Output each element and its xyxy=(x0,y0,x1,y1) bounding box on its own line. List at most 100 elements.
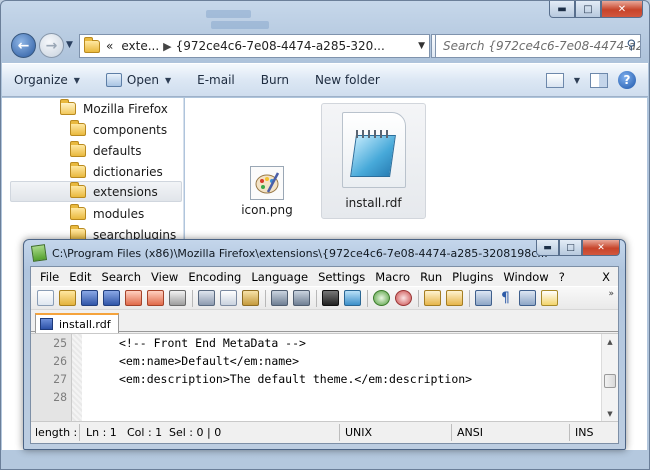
tree-item-mozilla-firefox[interactable]: Mozilla Firefox xyxy=(60,98,168,119)
menu-encoding[interactable]: Encoding xyxy=(183,270,246,284)
back-button[interactable]: ← xyxy=(11,33,36,58)
cut-icon[interactable] xyxy=(198,290,215,306)
tree-item-label: modules xyxy=(93,206,145,221)
toolbar-overflow-icon[interactable]: » xyxy=(608,289,614,299)
search-input[interactable]: Search {972ce4c6-7e08-4474-a2... ⚲ xyxy=(435,34,641,58)
vertical-scrollbar[interactable]: ▲ ▼ xyxy=(601,334,618,421)
preview-pane-icon[interactable] xyxy=(590,72,608,88)
menu-window[interactable]: Window xyxy=(498,270,553,284)
menu-plugins[interactable]: Plugins xyxy=(447,270,498,284)
maximize-button[interactable]: □ xyxy=(575,1,601,18)
save-icon[interactable] xyxy=(81,290,98,306)
chevron-down-icon[interactable]: ▼ xyxy=(574,76,580,85)
text-editor[interactable]: 25 <!-- Front End MetaData --> 26 <em:name… xyxy=(31,333,618,421)
forward-arrow-icon: → xyxy=(45,37,58,54)
burn-label: Burn xyxy=(260,73,289,87)
code-line: 25 <!-- Front End MetaData --> xyxy=(31,334,601,352)
show-all-characters-icon[interactable]: ¶ xyxy=(497,290,514,306)
address-overflow[interactable]: « xyxy=(106,39,113,53)
menu-help[interactable]: ? xyxy=(554,270,570,284)
back-arrow-icon: ← xyxy=(17,37,30,54)
change-view-icon[interactable] xyxy=(545,72,564,88)
search-placeholder: Search {972ce4c6-7e08-4474-a2... xyxy=(443,39,641,53)
forward-button[interactable]: → xyxy=(39,33,64,58)
help-icon[interactable]: ? xyxy=(618,71,636,89)
menu-language[interactable]: Language xyxy=(246,270,313,284)
sync-horizontal-icon[interactable] xyxy=(446,290,463,306)
scroll-down-icon[interactable]: ▼ xyxy=(602,406,618,421)
status-length: length : xyxy=(35,426,78,439)
new-folder-button[interactable]: New folder xyxy=(315,73,380,87)
save-all-icon[interactable] xyxy=(103,290,120,306)
status-divider xyxy=(339,424,340,441)
redo-icon[interactable] xyxy=(293,290,310,306)
close-document-button[interactable]: X xyxy=(597,270,618,284)
scroll-up-icon[interactable]: ▲ xyxy=(602,334,618,350)
address-dropdown-icon[interactable]: ▼ xyxy=(418,41,425,51)
close-file-icon[interactable] xyxy=(125,290,142,306)
sync-vertical-icon[interactable] xyxy=(424,290,441,306)
menu-file[interactable]: File xyxy=(35,270,64,284)
zoom-out-icon[interactable] xyxy=(395,290,412,306)
menu-search[interactable]: Search xyxy=(97,270,147,284)
line-number: 27 xyxy=(53,372,67,386)
replace-icon[interactable] xyxy=(344,290,361,306)
new-file-icon[interactable] xyxy=(37,290,54,306)
close-button[interactable]: ✕ xyxy=(582,240,620,256)
file-install-rdf[interactable]: install.rdf xyxy=(321,103,426,219)
folder-icon xyxy=(70,141,86,157)
open-file-icon[interactable] xyxy=(59,290,76,306)
indent-guide-icon[interactable] xyxy=(519,290,536,306)
menu-edit[interactable]: Edit xyxy=(64,270,96,284)
tree-item-label: defaults xyxy=(93,143,142,158)
tree-item-components[interactable]: components xyxy=(70,119,167,140)
minimize-button[interactable]: ▬ xyxy=(549,1,575,18)
user-defined-language-icon[interactable] xyxy=(541,290,558,306)
open-label: Open xyxy=(126,73,159,87)
minimize-icon: ▬ xyxy=(543,242,552,253)
undo-icon[interactable] xyxy=(271,290,288,306)
burn-button[interactable]: Burn xyxy=(261,73,289,87)
tree-item-dictionaries[interactable]: dictionaries xyxy=(70,161,163,182)
address-bar[interactable]: « exte... ▶ {972ce4c6-7e08-4474-a285-320… xyxy=(79,34,457,58)
toolbar-separator xyxy=(265,289,266,307)
close-button[interactable]: ✕ xyxy=(601,1,643,18)
search-icon[interactable]: ⚲ xyxy=(626,38,636,53)
breadcrumb-current-folder[interactable]: {972ce4c6-7e08-4474-a285-320... xyxy=(176,39,385,53)
recent-pages-dropdown[interactable]: ▼ xyxy=(66,40,73,50)
breadcrumb-extensions[interactable]: exte... xyxy=(121,39,159,53)
new-folder-label: New folder xyxy=(314,73,380,87)
menu-run[interactable]: Run xyxy=(415,270,447,284)
menu-settings[interactable]: Settings xyxy=(313,270,370,284)
copy-icon[interactable] xyxy=(220,290,237,306)
zoom-in-icon[interactable] xyxy=(373,290,390,306)
tab-install-rdf[interactable]: install.rdf xyxy=(35,313,119,333)
tree-item-label: extensions xyxy=(93,184,158,199)
minimize-button[interactable]: ▬ xyxy=(536,240,559,256)
scrollbar-thumb[interactable] xyxy=(604,374,616,388)
saved-file-icon xyxy=(40,318,53,330)
line-text: <em:name>Default</em:name> xyxy=(119,354,300,368)
menu-macro[interactable]: Macro xyxy=(370,270,415,284)
maximize-button[interactable]: □ xyxy=(559,240,582,256)
toolbar-separator xyxy=(192,289,193,307)
file-icon-png[interactable]: icon.png xyxy=(239,166,295,217)
email-button[interactable]: E-mail xyxy=(197,73,235,87)
menu-view[interactable]: View xyxy=(146,270,183,284)
find-icon[interactable] xyxy=(322,290,339,306)
breadcrumb-separator-icon[interactable]: ▶ xyxy=(163,40,171,53)
close-icon: ✕ xyxy=(617,3,627,15)
word-wrap-icon[interactable] xyxy=(475,290,492,306)
status-encoding: ANSI xyxy=(457,426,483,439)
toolbar-separator xyxy=(418,289,419,307)
paste-icon[interactable] xyxy=(242,290,259,306)
print-icon[interactable] xyxy=(169,290,186,306)
open-button[interactable]: Open ▼ xyxy=(105,73,171,87)
status-insert-mode: INS xyxy=(575,426,594,439)
notepad-document-icon xyxy=(341,112,406,188)
tree-item-extensions[interactable]: extensions xyxy=(10,181,182,202)
tree-item-modules[interactable]: modules xyxy=(70,203,144,224)
organize-button[interactable]: Organize ▼ xyxy=(14,73,80,87)
tree-item-defaults[interactable]: defaults xyxy=(70,140,141,161)
close-all-icon[interactable] xyxy=(147,290,164,306)
